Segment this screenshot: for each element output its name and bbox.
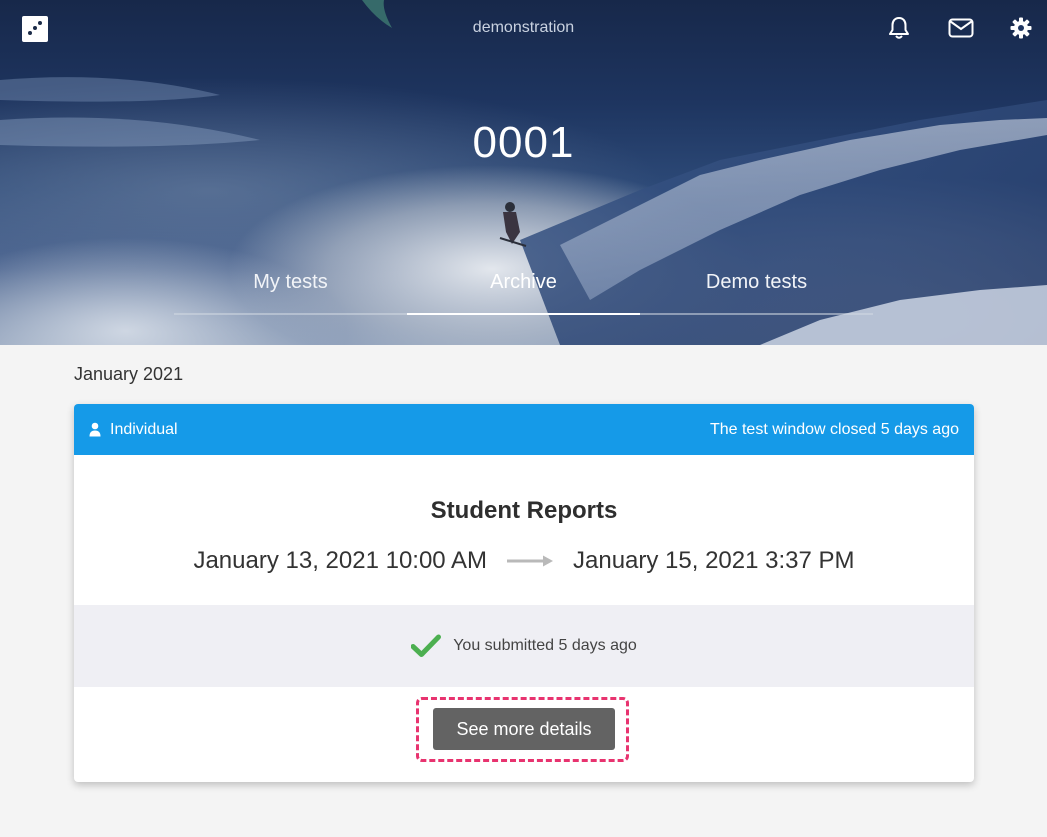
test-card: Individual The test window closed 5 days… [74,404,974,782]
check-icon [411,634,442,657]
test-date-range: January 13, 2021 10:00 AM January 15, 20… [74,547,974,575]
test-type-label: Individual [110,420,178,438]
tab-demo-tests[interactable]: Demo tests [640,262,873,315]
tab-archive[interactable]: Archive [407,262,640,315]
user-icon [89,422,101,437]
submission-status-text: You submitted 5 days ago [453,637,637,654]
header-hero: demonstration 0001 My tests Archive Demo… [0,0,1047,345]
card-actions: See more details [74,687,974,782]
page-title: 0001 [472,118,575,167]
test-title: Student Reports [430,497,618,524]
bell-icon[interactable] [885,14,913,42]
tab-bar: My tests Archive Demo tests [174,262,874,316]
end-datetime: January 15, 2021 3:37 PM [573,547,855,574]
gear-icon[interactable] [1007,14,1035,42]
test-window-status: The test window closed 5 days ago [709,420,959,438]
month-group-label: January 2021 [74,364,184,384]
start-datetime: January 13, 2021 10:00 AM [193,547,487,574]
tab-my-tests[interactable]: My tests [174,262,407,315]
arrow-right-icon [507,555,553,567]
test-type: Individual [89,421,178,439]
submission-status: You submitted 5 days ago [74,605,974,687]
mail-icon[interactable] [947,14,975,42]
see-more-details-button[interactable]: See more details [433,708,615,750]
card-header: Individual The test window closed 5 days… [74,404,974,455]
